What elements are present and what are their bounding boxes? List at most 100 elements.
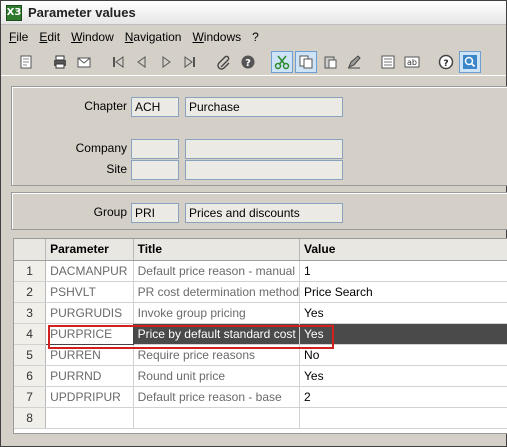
group-code-field[interactable]: PRI — [131, 203, 179, 223]
mail-icon — [77, 57, 91, 67]
row-number-header — [14, 239, 47, 261]
row-number: 3 — [14, 302, 47, 324]
site-name-field — [185, 160, 343, 180]
paste-button[interactable] — [319, 51, 341, 73]
row-number: 6 — [14, 365, 47, 387]
table-row[interactable]: 3 PURGRUDIS Invoke group pricing Yes — [14, 302, 507, 324]
table-row[interactable]: 4 PURPRICE Price by default standard cost Y… — [14, 322, 507, 345]
search-button[interactable] — [459, 50, 481, 73]
copy-button[interactable] — [295, 50, 317, 73]
text-button[interactable]: ab — [401, 51, 423, 73]
menu-window[interactable]: Window — [71, 30, 114, 44]
parameter-column-header[interactable]: Parameter — [45, 239, 134, 261]
table-row[interactable]: 2 PSHVLT PR cost determination method Price… — [14, 281, 507, 303]
next-record-button[interactable] — [155, 51, 177, 73]
svg-text:?: ? — [245, 58, 251, 69]
list-icon — [381, 55, 395, 68]
parameter-cell[interactable]: PURRND — [45, 365, 134, 387]
title-cell[interactable] — [133, 407, 301, 429]
mail-button[interactable] — [73, 51, 95, 73]
list-button[interactable] — [377, 51, 399, 73]
grid-header-row: Parameter Title Value — [14, 239, 507, 261]
value-cell[interactable]: Price Search — [299, 281, 507, 303]
value-cell[interactable]: Yes — [299, 365, 507, 387]
app-logo-icon: X3 — [6, 4, 22, 21]
next-icon — [162, 55, 171, 68]
print-button[interactable] — [49, 51, 71, 73]
table-row[interactable]: 8 — [14, 407, 507, 429]
menu-help[interactable]: ? — [252, 30, 259, 44]
site-code-field[interactable] — [131, 160, 179, 180]
previous-record-button[interactable] — [131, 51, 153, 73]
group-label: Group — [93, 205, 127, 219]
row-number: 2 — [14, 281, 47, 303]
copy-icon — [299, 55, 313, 68]
chapter-label: Chapter — [84, 99, 127, 113]
new-icon — [20, 55, 32, 68]
first-icon — [113, 55, 124, 68]
row-number: 5 — [14, 344, 47, 366]
row-number: 4 — [14, 323, 47, 345]
value-cell[interactable]: No — [299, 344, 507, 366]
table-row[interactable]: 7 UPDPRIPUR Default price reason - base 2 — [14, 386, 507, 408]
title-cell[interactable]: Require price reasons — [133, 344, 301, 366]
value-cell[interactable]: Yes — [299, 302, 507, 324]
table-row[interactable]: 1 DACMANPUR Default price reason - manual 1 — [14, 260, 507, 282]
help-icon: ? — [241, 55, 255, 69]
title-bar: X3 Parameter values — [1, 1, 506, 25]
title-cell[interactable]: Default price reason - manual — [133, 260, 301, 282]
new-button[interactable] — [15, 51, 37, 73]
menu-navigation[interactable]: Navigation — [125, 30, 182, 44]
menu-file[interactable]: File — [9, 30, 28, 44]
parameter-cell[interactable]: PSHVLT — [45, 281, 134, 303]
svg-text:?: ? — [443, 59, 448, 69]
parameter-cell[interactable]: UPDPRIPUR — [45, 386, 134, 408]
menu-windows[interactable]: Windows — [192, 30, 241, 44]
title-cell[interactable]: PR cost determination method — [133, 281, 301, 303]
site-label: Site — [106, 162, 127, 176]
edit-icon — [348, 54, 361, 68]
row-number: 1 — [14, 260, 47, 282]
cut-button[interactable] — [271, 50, 293, 73]
company-label: Company — [75, 141, 127, 155]
menu-bar: File Edit Window Navigation Windows ? — [1, 27, 259, 47]
paste-icon — [324, 56, 337, 68]
row-number: 7 — [14, 386, 47, 408]
help-circle-icon: ? — [438, 54, 454, 69]
toolbar: ? ab ? — [1, 48, 506, 76]
title-cell[interactable]: Round unit price — [133, 365, 301, 387]
group-name-field: Prices and discounts — [185, 203, 343, 223]
search-icon — [463, 54, 477, 69]
chapter-code-field[interactable]: ACH — [131, 97, 179, 117]
value-cell[interactable] — [299, 407, 507, 429]
title-cell[interactable]: Price by default standard cost — [133, 323, 301, 345]
last-record-button[interactable] — [179, 51, 201, 73]
print-icon — [54, 55, 66, 68]
title-cell[interactable]: Default price reason - base — [133, 386, 301, 408]
attachment-button[interactable] — [213, 51, 235, 73]
table-row[interactable]: 5 PURREN Require price reasons No — [14, 344, 507, 366]
parameter-values-window: X3 Parameter values File Edit Window Nav… — [0, 0, 507, 447]
parameter-cell[interactable]: PURGRUDIS — [45, 302, 134, 324]
row-number: 8 — [14, 407, 47, 429]
parameter-cell[interactable]: PURPRICE — [45, 322, 134, 345]
value-cell[interactable]: 2 — [299, 386, 507, 408]
edit-button[interactable] — [343, 51, 365, 73]
value-cell[interactable]: 1 — [299, 260, 507, 282]
title-cell[interactable]: Invoke group pricing — [133, 302, 301, 324]
chapter-name-field: Purchase — [185, 97, 343, 117]
parameter-cell[interactable] — [45, 407, 134, 429]
value-cell[interactable]: Yes — [299, 323, 507, 345]
value-column-header[interactable]: Value — [299, 239, 507, 261]
scissors-icon — [274, 55, 290, 69]
menu-edit[interactable]: Edit — [39, 30, 60, 44]
company-code-field[interactable] — [131, 139, 179, 159]
first-record-button[interactable] — [107, 51, 129, 73]
help-button[interactable]: ? — [237, 51, 259, 73]
help-circle-button[interactable]: ? — [435, 51, 457, 73]
table-row[interactable]: 6 PURRND Round unit price Yes — [14, 365, 507, 387]
window-title: Parameter values — [28, 5, 136, 20]
title-column-header[interactable]: Title — [133, 239, 301, 261]
parameter-cell[interactable]: PURREN — [45, 344, 134, 366]
parameter-cell[interactable]: DACMANPUR — [45, 260, 134, 282]
